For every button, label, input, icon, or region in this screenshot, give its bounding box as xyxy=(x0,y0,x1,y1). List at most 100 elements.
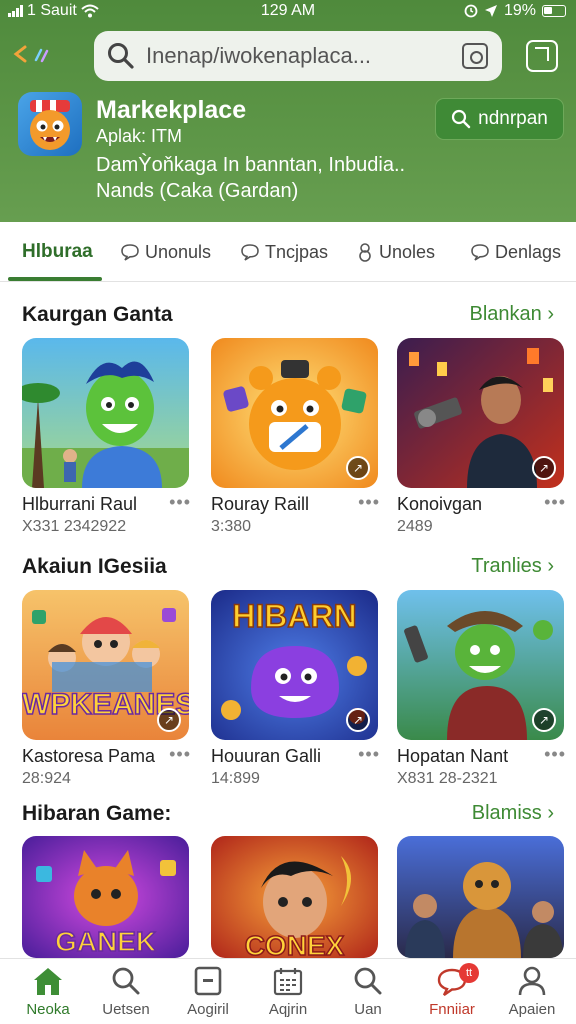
section-title: Kaurgan Ganta xyxy=(22,303,173,326)
tab-label: Unonuls xyxy=(145,241,212,262)
section-title: Hibaran Game: xyxy=(22,802,172,825)
app-logo xyxy=(18,92,82,156)
game-thumbnail xyxy=(397,836,564,958)
header-button-label: ndnrpan xyxy=(478,108,548,129)
nav-label: Neoka xyxy=(26,1001,70,1018)
tab-bar: Hlburaa Unonuls Tncjpas Unoles Denlags xyxy=(0,222,576,282)
more-options-icon[interactable]: ••• xyxy=(169,492,191,513)
person-icon xyxy=(518,966,546,996)
nav-label: Apaien xyxy=(508,1001,556,1018)
section-see-all-link[interactable]: Blankan › xyxy=(469,303,554,326)
camera-icon[interactable] xyxy=(462,43,488,69)
alarm-icon xyxy=(464,4,478,18)
tab-hlburaa[interactable]: Hlburaa xyxy=(22,240,93,264)
more-options-icon[interactable]: ••• xyxy=(544,492,566,513)
more-options-icon[interactable]: ••• xyxy=(358,492,380,513)
nav-item-search[interactable]: Uetsen xyxy=(86,965,166,1018)
game-meta: 28:924 xyxy=(22,770,71,787)
app-description-line-2: Nands (Caka (Gardan) xyxy=(96,180,299,202)
game-card[interactable]: Hlburrani Raul X331 2342922 ••• xyxy=(22,338,191,536)
more-options-icon[interactable]: ••• xyxy=(358,744,380,765)
tab-label: Tncjpas xyxy=(265,241,329,262)
game-card[interactable]: CONEX xyxy=(211,836,378,958)
back-button[interactable] xyxy=(12,38,68,70)
chat-bubble-icon xyxy=(121,244,139,261)
search-input[interactable] xyxy=(146,43,446,69)
game-card[interactable]: WPKEANES ↗ Kastoresa Pama 28:924 ••• xyxy=(22,590,191,788)
notification-badge: tt xyxy=(459,963,479,983)
game-title: Hlburrani Raul xyxy=(22,494,138,514)
battery-text: 19% xyxy=(503,2,536,19)
nav-item-profile[interactable]: Apaien xyxy=(492,965,572,1018)
nav-label: Fnniiar xyxy=(429,1001,475,1018)
game-title: Kastoresa Pama xyxy=(22,746,156,766)
game-title: Houuran Galli xyxy=(211,746,322,766)
game-meta: 3:380 xyxy=(211,518,252,535)
header-search-button[interactable]: ndnrpan xyxy=(435,98,564,140)
section-see-all-link[interactable]: Tranlies › xyxy=(471,555,554,578)
app-badge-icon: ↗ xyxy=(157,708,181,732)
search-icon xyxy=(108,43,134,69)
nav-label: Uetsen xyxy=(102,1001,150,1018)
game-meta: 14:899 xyxy=(211,770,260,787)
game-thumbnail: GANEK xyxy=(22,836,189,958)
share-button[interactable] xyxy=(526,40,558,72)
nav-item-home[interactable]: Neoka xyxy=(8,965,88,1018)
game-title: Rouray Raill xyxy=(211,494,310,514)
chevron-right-icon: › xyxy=(547,303,554,325)
active-tab-indicator xyxy=(8,277,102,281)
game-card[interactable]: HIBARN ↗ Houuran Galli 14:899 ••• xyxy=(211,590,380,788)
game-thumbnail xyxy=(22,338,189,488)
game-thumbnail: CONEX xyxy=(211,836,378,958)
game-thumbnail: ↗ xyxy=(397,590,564,740)
app-subtitle: Aplak: ITM xyxy=(96,126,183,146)
thumbnail-wordmark: GANEK xyxy=(54,925,157,958)
tab-unoles[interactable]: Unoles xyxy=(356,240,435,264)
game-card[interactable] xyxy=(397,836,564,958)
tab-unonuls[interactable]: Unonuls xyxy=(120,240,211,264)
more-options-icon[interactable]: ••• xyxy=(169,744,191,765)
game-meta: X331 2342922 xyxy=(22,518,127,535)
game-title: Hopatan Nant xyxy=(397,746,509,766)
game-card[interactable]: ↗ Rouray Raill 3:380 ••• xyxy=(211,338,380,536)
app-header: 1 Sauit 129 AM 19% Markekplace Aplak: I xyxy=(0,0,576,222)
game-thumbnail: WPKEANES ↗ xyxy=(22,590,189,740)
game-thumbnail: HIBARN ↗ xyxy=(211,590,378,740)
app-badge-icon: ↗ xyxy=(532,456,556,480)
nav-item-tablet[interactable]: Aogiril xyxy=(168,965,248,1018)
location-icon xyxy=(484,5,497,17)
home-icon xyxy=(34,968,62,995)
section-link-label: Tranlies xyxy=(471,555,542,577)
thumbnail-wordmark: HIBARN xyxy=(232,597,358,635)
nav-item-calendar[interactable]: Aqjrin xyxy=(248,965,328,1018)
tab-label: Hlburaa xyxy=(22,241,93,262)
chat-bubble-icon xyxy=(241,244,259,261)
app-badge-icon: ↗ xyxy=(532,708,556,732)
section-see-all-link[interactable]: Blamiss › xyxy=(472,802,554,825)
game-thumbnail: ↗ xyxy=(397,338,564,488)
game-meta: X831 28-2321 xyxy=(397,770,498,787)
game-card[interactable]: ↗ Hopatan Nant X831 28-2321 ••• xyxy=(397,590,566,788)
game-title: Konoivgan xyxy=(397,494,483,514)
person-outline-icon xyxy=(359,243,371,262)
app-description-line-1: DamỲoňkaga In banntan, Inbudia.. xyxy=(96,154,406,176)
nav-label: Aogiril xyxy=(187,1001,229,1018)
tab-tncjpas[interactable]: Tncjpas xyxy=(240,240,328,264)
nav-item-messages[interactable]: tt Fnniiar xyxy=(412,963,492,1018)
chevron-left-icon xyxy=(13,45,27,63)
app-badge-icon: ↗ xyxy=(346,456,370,480)
more-options-icon[interactable]: ••• xyxy=(544,744,566,765)
game-card[interactable]: GANEK xyxy=(22,836,189,958)
search-icon xyxy=(354,967,382,995)
status-right: 19% xyxy=(464,2,566,20)
section-link-label: Blamiss xyxy=(471,802,542,824)
app-badge-icon: ↗ xyxy=(346,708,370,732)
nav-item-search-2[interactable]: Uan xyxy=(328,965,408,1018)
search-icon xyxy=(452,109,471,129)
game-meta: 2489 xyxy=(397,518,433,535)
game-thumbnail: ↗ xyxy=(211,338,378,488)
game-card[interactable]: ↗ Konoivgan 2489 ••• xyxy=(397,338,566,536)
section-link-label: Blankan xyxy=(469,303,542,325)
tab-denlags[interactable]: Denlags xyxy=(470,240,561,264)
search-bar[interactable] xyxy=(94,31,502,81)
